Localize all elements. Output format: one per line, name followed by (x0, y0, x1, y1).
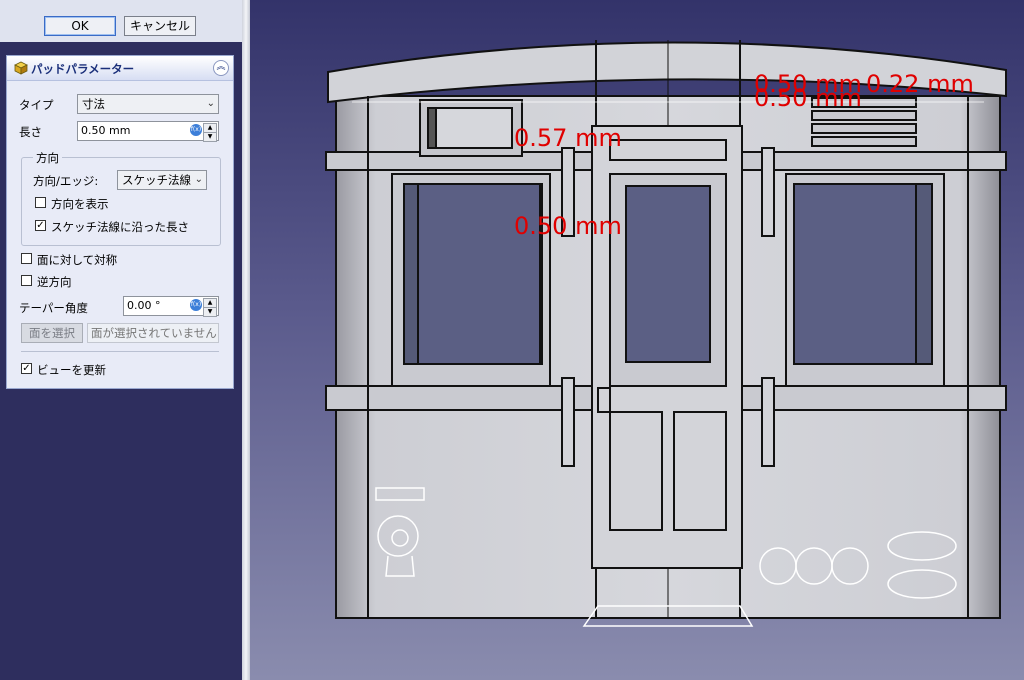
dimension-label[interactable]: 0.22 mm (866, 70, 974, 98)
show-direction-checkbox[interactable] (35, 197, 46, 208)
select-face-button[interactable]: 面を選択 (21, 323, 83, 343)
direction-edge-select[interactable]: スケッチ法線 ⌄ (117, 170, 207, 190)
symmetric-checkbox[interactable] (21, 253, 32, 264)
direction-group-title: 方向 (33, 150, 62, 166)
length-input[interactable]: 0.50 mm f(x) ▲ ▼ (77, 121, 219, 142)
dialog-button-bar (0, 0, 242, 42)
fx-icon[interactable]: f(x) (190, 124, 202, 136)
fx-icon[interactable]: f(x) (190, 299, 202, 311)
symmetric-label: 面に対して対称 (37, 253, 118, 267)
type-select[interactable]: 寸法 ⌄ (77, 94, 219, 114)
panel-header[interactable]: パッドパラメーター ︽ (7, 56, 233, 81)
collapse-icon[interactable]: ︽ (213, 60, 229, 76)
cab-model (325, 40, 1007, 619)
length-label: 長さ (19, 125, 42, 139)
type-value: 寸法 (82, 97, 105, 111)
length-along-normal-label: スケッチ法線に沿った長さ (51, 220, 189, 234)
ok-button[interactable]: OK (44, 16, 116, 36)
pad-icon (14, 61, 28, 75)
model-view (325, 40, 1007, 627)
type-label: タイプ (19, 98, 54, 112)
reversed-checkbox[interactable] (21, 275, 32, 286)
dimension-label[interactable]: 0.57 mm (514, 124, 622, 152)
taper-input[interactable]: 0.00 ° f(x) ▲ ▼ (123, 296, 219, 317)
length-value: 0.50 mm (81, 124, 131, 137)
update-view-label: ビューを更新 (37, 363, 106, 377)
taper-label: テーパー角度 (19, 301, 88, 315)
length-along-normal-checkbox[interactable]: ✓ (35, 220, 46, 231)
panel-title: パッドパラメーター (31, 62, 135, 76)
dimension-label[interactable]: 0.50 mm (514, 212, 622, 240)
divider (21, 351, 219, 352)
spin-down-icon[interactable]: ▼ (203, 307, 217, 317)
direction-edge-label: 方向/エッジ: (33, 174, 99, 188)
panel-splitter[interactable] (242, 0, 250, 680)
update-view-checkbox[interactable]: ✓ (21, 363, 32, 374)
show-direction-label: 方向を表示 (51, 197, 109, 211)
chevron-down-icon: ⌄ (206, 98, 215, 109)
reversed-label: 逆方向 (37, 275, 72, 289)
direction-edge-value: スケッチ法線 (122, 173, 191, 187)
3d-viewport[interactable]: 0.50 mm 0.22 mm 0.50 mm 0.57 mm 0.50 mm (250, 0, 1024, 680)
face-field: 面が選択されていません (87, 323, 219, 343)
chevron-down-icon: ⌄ (194, 174, 203, 185)
spin-down-icon[interactable]: ▼ (203, 132, 217, 142)
cancel-button[interactable]: キャンセル (124, 16, 196, 36)
task-panel: OK キャンセル パッドパラメーター ︽ タイプ 寸法 ⌄ 長さ 0.50 mm… (0, 0, 242, 680)
pad-parameters-panel: パッドパラメーター ︽ タイプ 寸法 ⌄ 長さ 0.50 mm f(x) ▲ ▼… (6, 55, 234, 389)
dimension-label[interactable]: 0.50 mm (754, 84, 862, 112)
taper-value: 0.00 ° (127, 299, 161, 312)
